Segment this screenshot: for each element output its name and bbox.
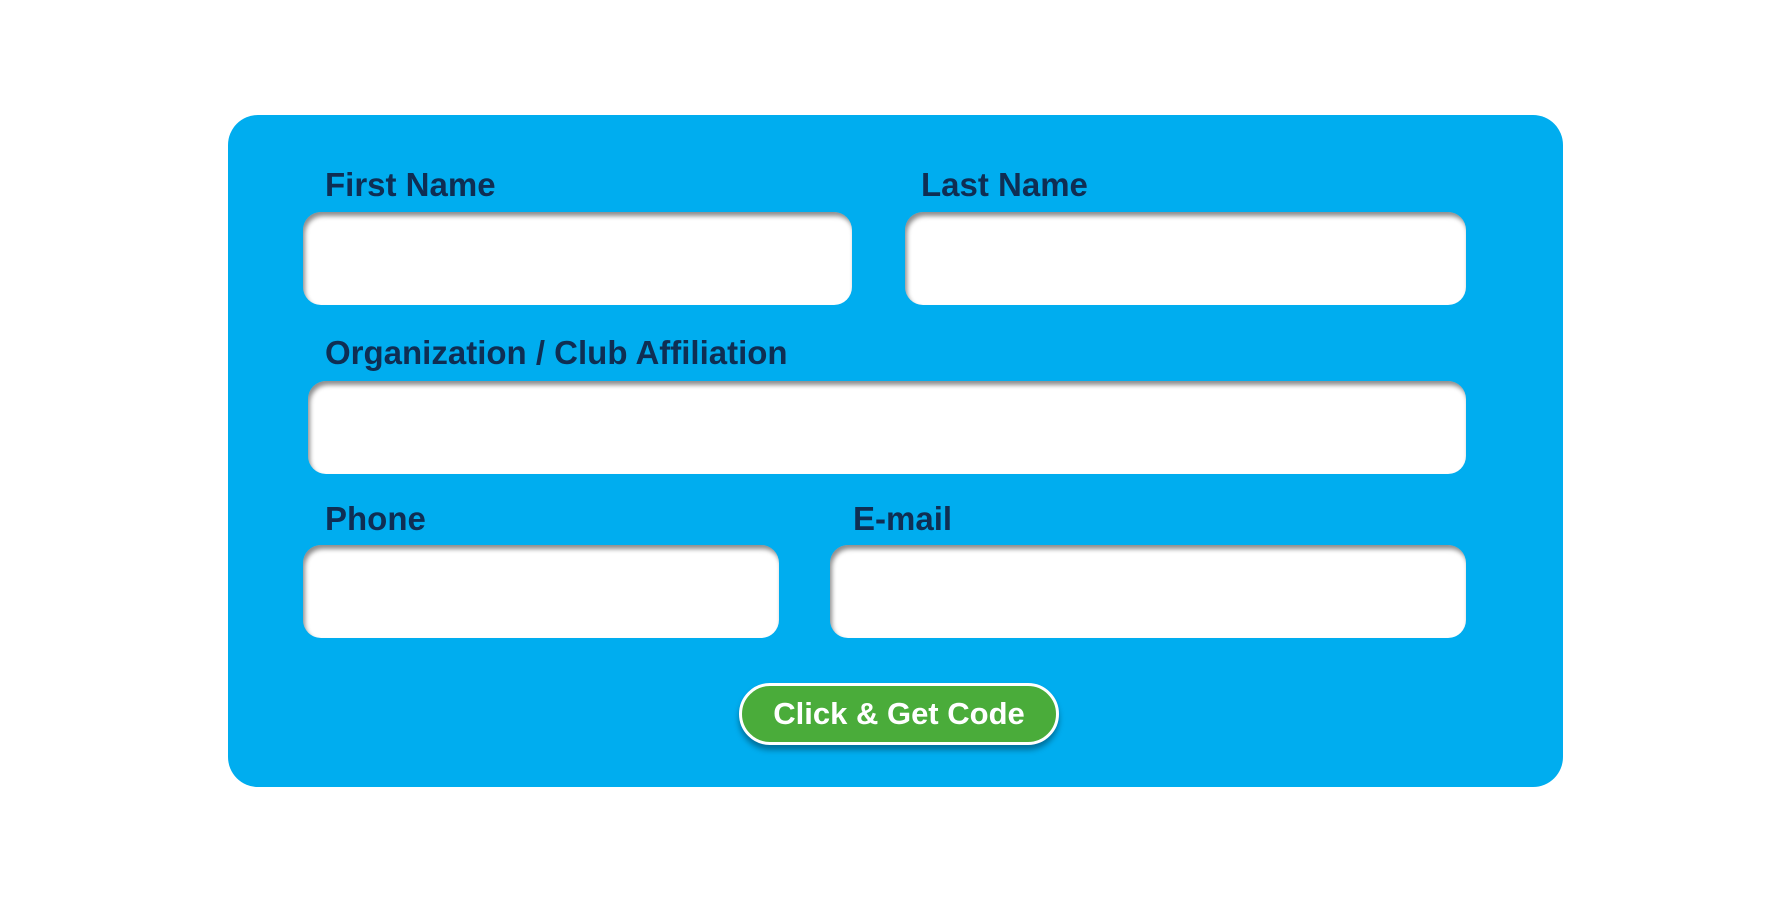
organization-label: Organization / Club Affiliation — [325, 334, 788, 371]
first-name-label: First Name — [325, 166, 496, 203]
phone-label: Phone — [325, 500, 426, 537]
first-name-field[interactable] — [303, 212, 852, 305]
organization-field[interactable] — [308, 381, 1466, 474]
signup-form-panel: First Name Last Name Organization / Club… — [228, 115, 1563, 787]
email-field[interactable] — [830, 545, 1466, 638]
last-name-label: Last Name — [921, 166, 1088, 203]
get-code-button[interactable]: Click & Get Code — [739, 683, 1059, 745]
email-label: E-mail — [853, 500, 953, 537]
phone-field[interactable] — [303, 545, 779, 638]
last-name-field[interactable] — [905, 212, 1466, 305]
